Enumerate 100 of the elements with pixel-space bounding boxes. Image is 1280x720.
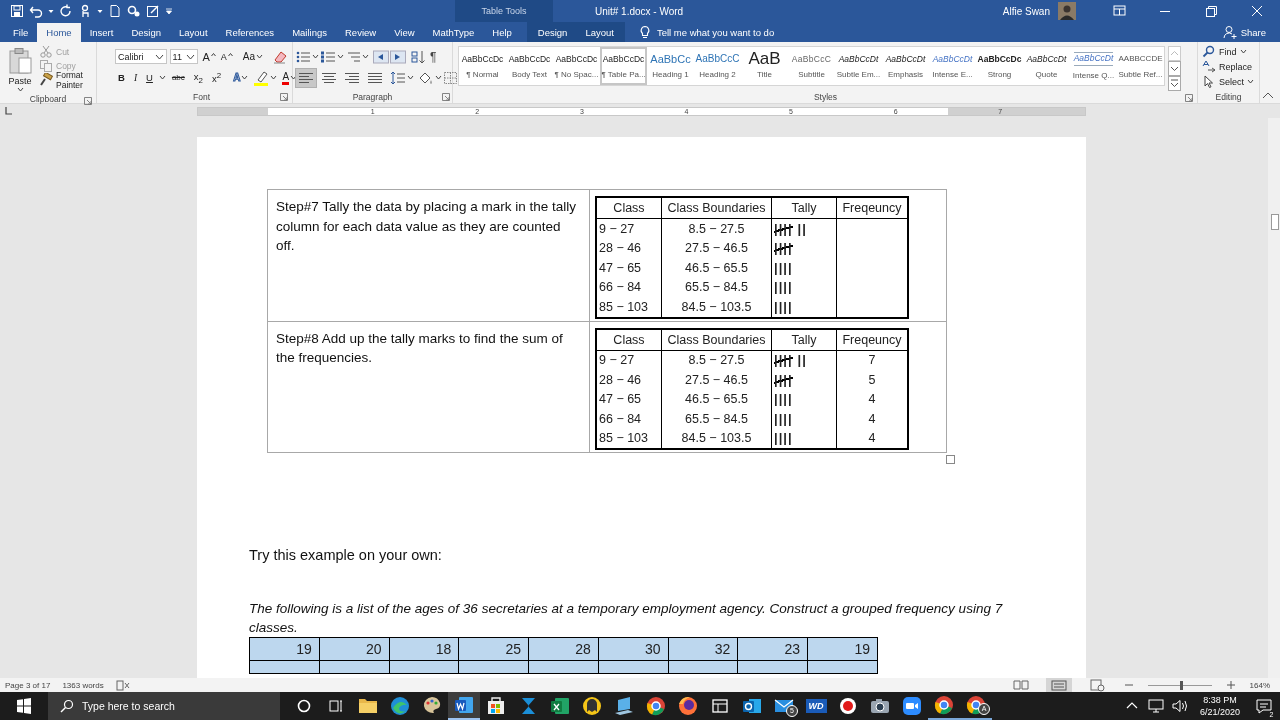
zoom-slider-thumb[interactable] xyxy=(1179,680,1183,690)
ribbon-tab[interactable]: Mailings xyxy=(283,22,336,42)
style-gallery-item[interactable]: AaBbCcC Subtitle xyxy=(788,47,835,85)
style-gallery-item[interactable]: AaBbCcDt Intense E... xyxy=(929,47,976,85)
borders-icon[interactable] xyxy=(443,70,459,85)
editing-button[interactable]: Replace xyxy=(1202,60,1255,73)
editing-button[interactable]: Select xyxy=(1202,75,1255,88)
style-gallery-item[interactable]: AaBbCcDc Body Text xyxy=(506,47,553,85)
style-gallery-item[interactable]: AaBbCcDc Strong xyxy=(976,47,1023,85)
scroll-down-icon[interactable] xyxy=(1168,61,1181,76)
line-spacing-icon[interactable] xyxy=(390,70,406,85)
ribbon-tab[interactable]: Review xyxy=(336,22,386,42)
group-label: Styles xyxy=(813,92,838,102)
table-cell: 25 xyxy=(458,637,529,661)
ribbon-tab[interactable]: View xyxy=(385,22,424,42)
grow-font-button[interactable]: A xyxy=(201,50,217,63)
style-gallery-item[interactable]: AaBbCcDt Quote xyxy=(1023,47,1070,85)
format-button[interactable]: I xyxy=(130,72,141,83)
ribbon-tab[interactable]: Help xyxy=(483,22,521,42)
ribbon-tab[interactable]: Design xyxy=(122,22,170,42)
dialog-launcher-icon[interactable] xyxy=(442,93,450,101)
increase-indent-icon[interactable] xyxy=(390,49,406,64)
style-gallery-item[interactable]: AaBbCcDc ¶ No Spac... xyxy=(553,47,600,85)
paste-button[interactable]: Paste xyxy=(4,45,36,94)
format-button[interactable]: abc xyxy=(168,73,188,82)
ribbon-tab[interactable]: References xyxy=(216,22,284,42)
caret-icon[interactable] xyxy=(158,75,166,80)
tell-me-field[interactable]: Tell me what you want to do xyxy=(656,26,807,38)
taskbar-app-button[interactable]: WD xyxy=(800,692,832,720)
user-name[interactable]: Alfie Swan xyxy=(1002,5,1050,17)
clock[interactable]: 8:38 PM 6/21/2020 xyxy=(1191,694,1248,718)
proofing-icon[interactable] xyxy=(115,679,130,691)
caret-icon xyxy=(1239,49,1247,54)
zoom-in-icon[interactable] xyxy=(1225,680,1236,690)
dialog-launcher-icon[interactable] xyxy=(280,93,288,101)
editing-button[interactable]: Find xyxy=(1202,45,1255,58)
format-button[interactable]: x$^{2}$ xyxy=(209,70,225,85)
style-gallery-item[interactable]: AaBbCc Heading 1 xyxy=(647,47,694,85)
save-icon[interactable] xyxy=(10,4,24,18)
sort-icon[interactable] xyxy=(410,49,426,64)
style-gallery-item[interactable]: AaBbCcDc ¶ Table Pa... xyxy=(600,47,647,85)
highlight-button[interactable] xyxy=(252,69,279,86)
collapse-ribbon-icon[interactable] xyxy=(1262,91,1274,99)
style-gallery-item[interactable]: AaBbCcDc ¶ Normal xyxy=(459,47,506,85)
more-styles-icon[interactable] xyxy=(1168,76,1181,91)
share-button[interactable]: Share xyxy=(1222,22,1266,42)
dialog-launcher-icon[interactable] xyxy=(1185,94,1193,102)
word-count[interactable]: 1363 words xyxy=(62,680,104,690)
style-gallery-item[interactable]: AABBCCDE Subtle Ref... xyxy=(1117,47,1164,85)
ribbon-tab[interactable]: MathType xyxy=(423,22,484,42)
table-resize-handle[interactable] xyxy=(946,455,955,464)
tally-marks: || xyxy=(797,220,807,237)
format-button[interactable]: U xyxy=(143,72,156,83)
scrollbar-thumb[interactable] xyxy=(1271,214,1279,230)
numbering-icon[interactable] xyxy=(320,49,336,64)
multilevel-list-icon[interactable] xyxy=(345,49,361,64)
ribbon-tab[interactable]: Insert xyxy=(80,22,123,42)
dialog-launcher-icon[interactable] xyxy=(84,97,92,105)
format-button[interactable]: x$_{2}$ xyxy=(190,70,206,85)
caret-icon[interactable] xyxy=(362,54,369,59)
style-gallery-item[interactable]: AaBbCcDt Intense Q... xyxy=(1070,47,1117,85)
align-left-icon[interactable] xyxy=(295,67,317,88)
form-edit-icon[interactable] xyxy=(146,4,160,18)
new-document-icon[interactable] xyxy=(108,4,122,18)
tab-selector-icon[interactable] xyxy=(3,106,13,116)
style-gallery-item[interactable]: AaBbCcDt Subtle Em... xyxy=(835,47,882,85)
caret-icon[interactable] xyxy=(312,54,319,59)
shading-icon[interactable] xyxy=(418,70,434,85)
copy-icon xyxy=(39,59,53,72)
table-cell: 4 xyxy=(836,428,908,449)
ribbon-tab[interactable]: Layout xyxy=(576,22,623,42)
body-text: Try this example on your own: xyxy=(249,547,443,563)
avatar[interactable] xyxy=(1058,2,1076,20)
show-formatting-marks-button[interactable]: ¶ xyxy=(430,49,437,64)
format-button[interactable]: B xyxy=(115,72,128,83)
style-gallery-item[interactable]: AaB Title xyxy=(741,47,788,85)
ribbon-tab[interactable]: Layout xyxy=(170,22,217,42)
taskbar-app-button[interactable] xyxy=(448,692,480,720)
taskbar-search-field[interactable]: Type here to search xyxy=(48,692,280,720)
font-size-field[interactable]: 11 xyxy=(169,49,199,64)
caret-icon[interactable] xyxy=(435,75,442,80)
caret-icon[interactable] xyxy=(407,75,414,80)
ribbon-tab[interactable]: Home xyxy=(37,23,81,42)
ribbon-tab[interactable]: Design xyxy=(528,22,577,42)
shrink-font-button[interactable]: A xyxy=(219,51,234,62)
ribbon-tab[interactable]: File xyxy=(4,22,38,42)
style-gallery-item[interactable]: AaBbCcC Heading 2 xyxy=(694,47,741,85)
app-logo: WD xyxy=(805,699,827,713)
page-count[interactable]: Page 3 of 17 xyxy=(5,680,51,690)
bullets-icon[interactable] xyxy=(295,49,311,64)
zoom-level[interactable]: 164% xyxy=(1249,680,1270,690)
style-gallery-item[interactable]: AaBbCcDt Emphasis xyxy=(882,47,929,85)
caret-icon[interactable] xyxy=(337,54,344,59)
print-layout-icon[interactable] xyxy=(1045,678,1072,692)
decrease-indent-icon[interactable] xyxy=(373,49,389,64)
redo-icon[interactable] xyxy=(59,4,73,18)
change-case-button[interactable]: Aa xyxy=(241,51,264,62)
text-effects-button[interactable]: A xyxy=(232,72,250,83)
undo-icon[interactable] xyxy=(29,4,43,18)
font-name-field[interactable]: Calibri xyxy=(115,49,167,64)
